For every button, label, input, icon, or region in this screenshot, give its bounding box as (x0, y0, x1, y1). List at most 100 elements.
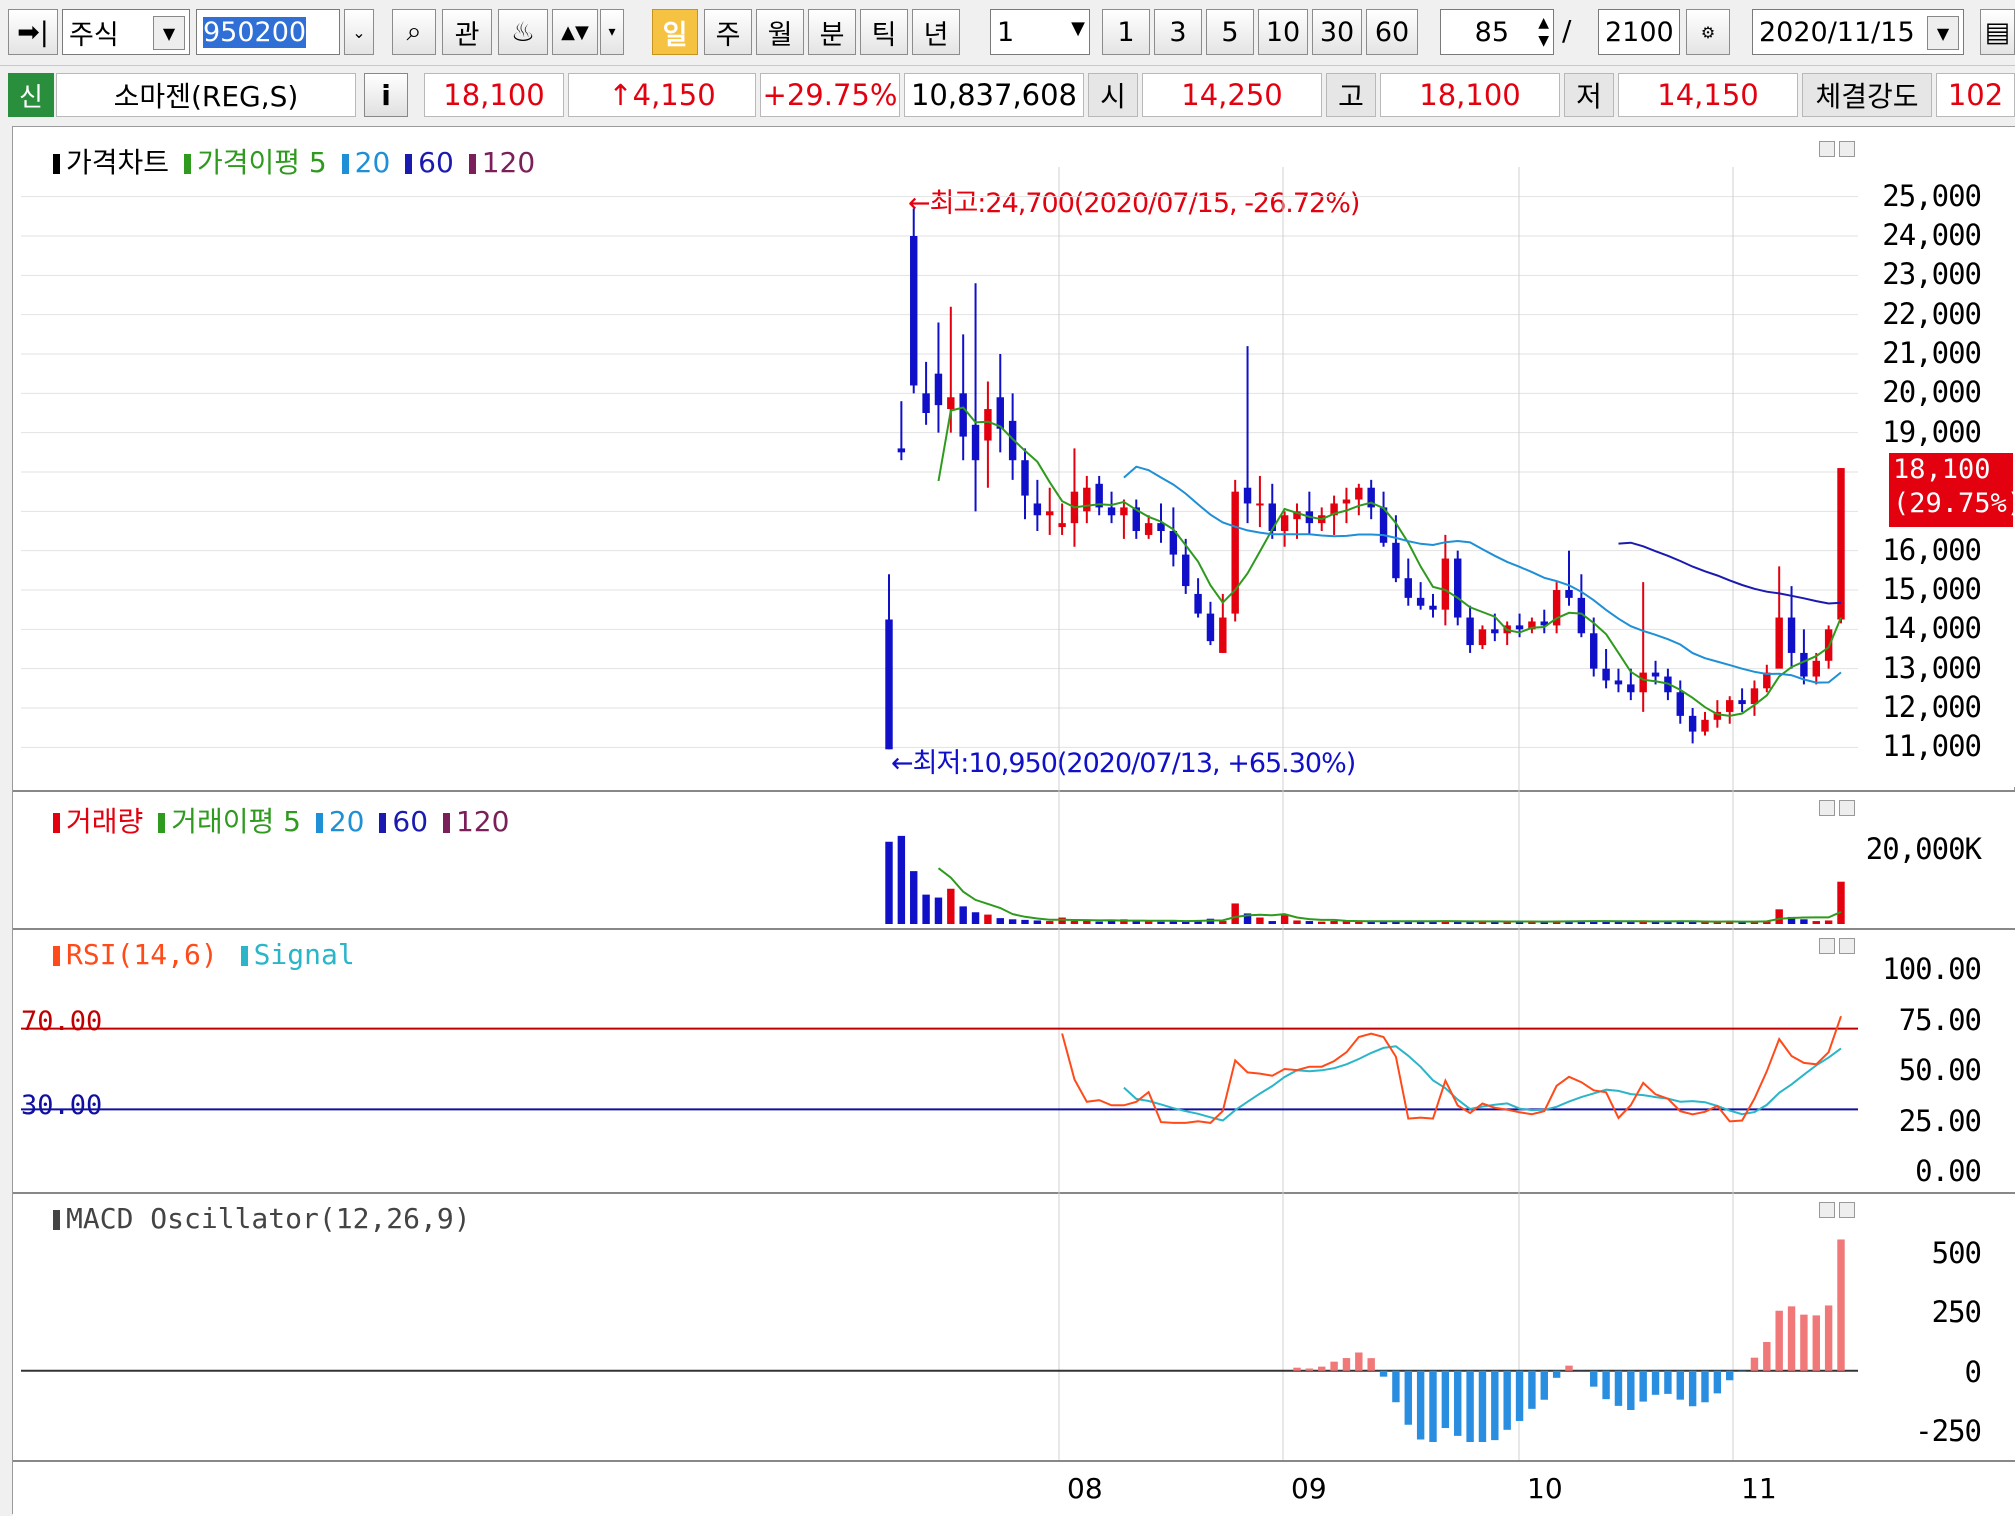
volume-bar (898, 836, 905, 924)
volume-ma5-line (939, 868, 1842, 921)
candle-body (1120, 507, 1127, 515)
candle-body (1355, 488, 1362, 500)
volume-bar (1330, 921, 1337, 924)
macd-bar (1701, 1371, 1708, 1403)
info-icon[interactable]: i (364, 73, 408, 117)
chevron-down-icon[interactable]: ▼ (1927, 16, 1959, 50)
bell-icon[interactable]: ♨ (498, 9, 548, 55)
candle-body (997, 397, 1004, 428)
candle-body (885, 620, 892, 750)
high-label: 고 (1326, 73, 1376, 117)
macd-bar (1528, 1371, 1535, 1409)
spin-icon[interactable]: ▲▼ (1538, 14, 1549, 50)
candle-body (1058, 523, 1065, 527)
volume-bar (984, 915, 991, 924)
current-price: 18,100 (424, 73, 564, 117)
interval-3-button[interactable]: 3 (1154, 9, 1202, 55)
candle-body (1738, 700, 1745, 704)
macd-bar (1652, 1371, 1659, 1395)
candle-body (1207, 614, 1214, 642)
chevron-down-icon[interactable]: ▼ (153, 16, 185, 50)
candle-body (1108, 507, 1115, 515)
period-tick-button[interactable]: 틱 (860, 9, 908, 55)
candle-body (1813, 661, 1820, 677)
candle-body (1689, 716, 1696, 732)
macd-bar (1405, 1371, 1412, 1425)
period-month-button[interactable]: 월 (756, 9, 804, 55)
interval-60-button[interactable]: 60 (1366, 9, 1418, 55)
candle-body (1417, 598, 1424, 606)
date-input[interactable]: 2020/11/15 ▼ (1752, 9, 1964, 55)
high-value: 18,100 (1380, 73, 1560, 117)
candle-body (910, 236, 917, 385)
macd-bar (1553, 1371, 1560, 1378)
volume-bar (885, 842, 892, 924)
macd-bar (1516, 1371, 1523, 1421)
candle-body (1677, 692, 1684, 716)
chart-plot[interactable] (13, 127, 2015, 1515)
candle-body (1565, 590, 1572, 598)
volume-bar (1231, 903, 1238, 924)
volume-bar (910, 871, 917, 924)
interval-10-button[interactable]: 10 (1258, 9, 1308, 55)
interval-1-button[interactable]: 1 (1102, 9, 1150, 55)
macd-bar (1318, 1367, 1325, 1371)
interest-button[interactable]: 관 (442, 9, 492, 55)
macd-bar (1466, 1371, 1473, 1442)
macd-bar (1429, 1371, 1436, 1442)
candle-body (1442, 559, 1449, 610)
market-select[interactable]: 주식 ▼ (62, 9, 190, 55)
search-icon[interactable]: ⌕ (392, 9, 436, 55)
candle-body (1590, 633, 1597, 668)
interval-5-button[interactable]: 5 (1206, 9, 1254, 55)
code-input[interactable]: 950200 (196, 9, 340, 55)
period-week-button[interactable]: 주 (704, 9, 752, 55)
code-input-value: 950200 (203, 17, 306, 48)
candle-body (959, 393, 966, 436)
grid-settings-icon[interactable]: ⚙ (1686, 9, 1730, 55)
candle-body (1170, 531, 1177, 555)
calendar-icon[interactable]: ▤ (1980, 9, 2015, 55)
link-arrow-icon[interactable]: ➡| (8, 9, 58, 55)
interval-30-button[interactable]: 30 (1312, 9, 1362, 55)
rsi-line (1062, 1016, 1841, 1123)
code-dropdown-icon[interactable]: ⌄ (344, 9, 374, 55)
chevron-down-icon[interactable]: ▼ (1071, 18, 1085, 39)
period-minute-button[interactable]: 분 (808, 9, 856, 55)
interval-select[interactable]: 1 ▼ (990, 9, 1090, 55)
change-percent: +29.75% (760, 73, 900, 117)
macd-bar (1541, 1371, 1548, 1400)
macd-bar (1602, 1371, 1609, 1399)
up-down-spin-icon[interactable]: ▲▼ (552, 9, 598, 55)
volume-value: 10,837,608 (904, 73, 1084, 117)
macd-bar (1813, 1315, 1820, 1370)
period-year-button[interactable]: 년 (912, 9, 960, 55)
strength-label: 체결강도 (1802, 73, 1932, 117)
date-value: 2020/11/15 (1759, 17, 1915, 48)
candle-body (1145, 523, 1152, 535)
macd-bar (1367, 1358, 1374, 1371)
volume-bar (1837, 882, 1844, 924)
volume-bar (1021, 920, 1028, 924)
volume-bar (1095, 922, 1102, 924)
chart-area[interactable]: 가격차트 가격이평 5 20 60 120 25,00024,00023,000… (12, 126, 2015, 1514)
candle-body (1083, 488, 1090, 512)
spin-dropdown-icon[interactable]: ▾ (600, 9, 624, 55)
strength-value: 102 (1936, 73, 2015, 117)
macd-bar (1751, 1358, 1758, 1371)
macd-bar (1800, 1315, 1807, 1371)
count-input[interactable]: 85 ▲▼ (1440, 9, 1554, 55)
macd-bar (1775, 1311, 1782, 1371)
volume-bar (1306, 921, 1313, 924)
candle-body (1231, 492, 1238, 614)
volume-bar (1034, 920, 1041, 924)
stock-name[interactable]: 소마젠(REG,S) (56, 73, 356, 117)
candle-body (1726, 700, 1733, 712)
candle-body (1615, 680, 1622, 684)
volume-bar (1046, 921, 1053, 924)
volume-bar (935, 898, 942, 924)
volume-bar (1825, 920, 1832, 924)
macd-bar (1689, 1371, 1696, 1406)
period-day-button[interactable]: 일 (652, 9, 698, 55)
macd-bar (1639, 1371, 1646, 1402)
